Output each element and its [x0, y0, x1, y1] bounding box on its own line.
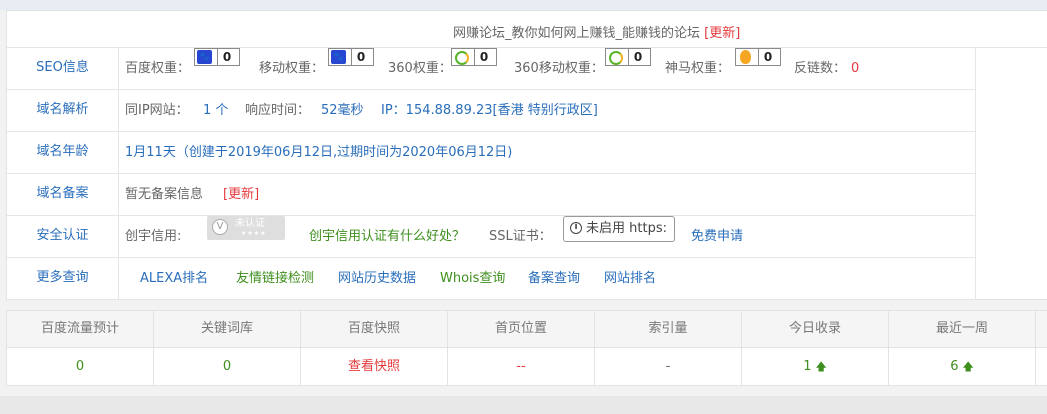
weight-360-label: 360权重：	[388, 61, 452, 76]
ssl-https-text: 未启用 https:	[586, 221, 667, 236]
stats-value-traffic: 0	[7, 348, 154, 385]
stats-header: 今日收录	[742, 311, 889, 347]
credit-benefit-link[interactable]: 创宇信用认证有什么好处？	[309, 216, 465, 258]
shenma-weight-label: 神马权重：	[665, 61, 731, 76]
row-domain-age: 域名年龄 1月11天（创建于2019年06月12日,过期时间为2020年06月1…	[7, 132, 975, 174]
row-label-age: 域名年龄	[7, 132, 119, 173]
dns-values: 同IP网站： 1 个 响应时间： 52毫秒 IP：154.88.89.23[香港…	[125, 90, 975, 131]
credit-cert-badge[interactable]: V 未认证 ★★★★	[207, 216, 285, 240]
response-time-value: 52毫秒	[321, 103, 364, 118]
stats-value-keywords[interactable]: 0	[154, 348, 301, 385]
row-label-icp: 域名备案	[7, 174, 119, 215]
backlinks-value[interactable]: 0	[851, 48, 859, 90]
stats-table: 百度流量预计 关键词库 百度快照 首页位置 索引量 今日收录 最近一周 0 0 …	[6, 310, 1047, 386]
icp-values: 暂无备案信息 [更新]	[125, 174, 975, 215]
stats-header: 索引量	[595, 311, 742, 347]
response-time-label: 响应时间：	[245, 103, 311, 118]
stats-header-row: 百度流量预计 关键词库 百度快照 首页位置 索引量 今日收录 最近一周	[7, 311, 1047, 348]
weight-360-badge[interactable]: 0	[451, 48, 497, 66]
link-icp-query[interactable]: 备案查询	[528, 258, 580, 300]
mobile-weight-label: 移动权重：	[259, 61, 325, 76]
link-history[interactable]: 网站历史数据	[338, 258, 416, 300]
icp-update-link[interactable]: [更新]	[223, 174, 259, 216]
row-seo: SEO信息 百度权重： 0 移动权重： 0 360权重： 0 360移动权重： …	[7, 48, 975, 90]
stats-value-week[interactable]: 6 🡅	[889, 348, 1036, 385]
top-strip	[0, 0, 1047, 10]
row-more: 更多查询 ALEXA排名 友情链接检测 网站历史数据 Whois查询 备案查询 …	[7, 258, 975, 300]
360-icon	[609, 51, 623, 65]
row-label-security: 安全认证	[7, 216, 119, 257]
row-label-seo: SEO信息	[7, 48, 119, 89]
site-title-bar: 网赚论坛_教你如何网上赚钱_能赚钱的论坛 [更新]	[7, 11, 1047, 48]
row-icp: 域名备案 暂无备案信息 [更新]	[7, 174, 975, 216]
stats-header: 百度快照	[301, 311, 448, 347]
stats-value-index: -	[595, 348, 742, 385]
link-whois[interactable]: Whois查询	[440, 258, 505, 300]
stats-value-today[interactable]: 1 🡅	[742, 348, 889, 385]
week-count: 6	[950, 359, 959, 374]
baidu-weight-value: 0	[217, 49, 236, 65]
bottom-bar	[0, 396, 1047, 414]
baidu-paw-icon	[331, 50, 346, 64]
site-title: 网赚论坛_教你如何网上赚钱_能赚钱的论坛 [更新]	[453, 26, 741, 41]
row-label-more: 更多查询	[7, 258, 119, 299]
stats-value-homepage: --	[448, 348, 595, 385]
baidu-weight-badge[interactable]: 0	[194, 48, 240, 66]
cert-stars: ★★★★	[241, 230, 267, 237]
baidu-paw-icon	[197, 50, 212, 64]
ssl-label: SSL证书：	[489, 229, 552, 244]
update-title-link[interactable]: [更新]	[704, 26, 740, 41]
credit-label: 创宇信用:	[125, 229, 182, 244]
360-icon	[455, 51, 469, 65]
free-apply-link[interactable]: 免费申请	[691, 216, 743, 258]
right-column	[975, 48, 1047, 300]
info-grid: SEO信息 百度权重： 0 移动权重： 0 360权重： 0 360移动权重： …	[7, 48, 975, 300]
stats-header: 百度流量预计	[7, 311, 154, 347]
same-ip-value[interactable]: 1 个	[203, 90, 228, 132]
mobile-360-weight-badge[interactable]: 0	[605, 48, 651, 66]
link-site-rank[interactable]: 网站排名	[604, 258, 656, 300]
backlinks-label: 反链数：	[794, 61, 847, 76]
mobile-360-weight-label: 360移动权重：	[514, 61, 604, 76]
row-label-dns: 域名解析	[7, 90, 119, 131]
link-alexa[interactable]: ALEXA排名	[140, 258, 208, 300]
mobile-360-weight-value: 0	[628, 49, 647, 65]
link-friend-check[interactable]: 友情链接检测	[236, 258, 314, 300]
mobile-weight-value: 0	[351, 49, 370, 65]
age-values: 1月11天（创建于2019年06月12日,过期时间为2020年06月12日)	[125, 132, 975, 173]
stats-header: 最近一周	[889, 311, 1036, 347]
stats-header: 首页位置	[448, 311, 595, 347]
mobile-weight-badge[interactable]: 0	[328, 48, 374, 66]
cert-status-text: 未认证	[235, 218, 265, 229]
ip-address[interactable]: IP：154.88.89.23[香港 特别行政区]	[381, 90, 598, 132]
stats-header: 关键词库	[154, 311, 301, 347]
up-arrow-icon: 🡅	[815, 360, 827, 373]
today-count: 1	[803, 359, 812, 374]
same-ip-label: 同IP网站：	[125, 103, 189, 118]
seo-values: 百度权重： 0 移动权重： 0 360权重： 0 360移动权重： 0 神马权重…	[125, 48, 975, 89]
verified-v-icon: V	[212, 219, 228, 235]
row-security: 安全认证 创宇信用: V 未认证 ★★★★ 创宇信用认证有什么好处？ SSL证书…	[7, 216, 975, 258]
shenma-icon	[740, 50, 751, 64]
stats-snapshot-link[interactable]: 查看快照	[301, 348, 448, 385]
more-links: ALEXA排名 友情链接检测 网站历史数据 Whois查询 备案查询 网站排名	[125, 258, 975, 299]
weight-360-value: 0	[474, 49, 493, 65]
baidu-weight-label: 百度权重：	[125, 61, 191, 76]
info-icon: i	[570, 222, 582, 234]
ssl-https-button[interactable]: i 未启用 https:	[563, 216, 675, 242]
domain-age-text: 1月11天（创建于2019年06月12日,过期时间为2020年06月12日)	[125, 145, 513, 160]
security-values: 创宇信用: V 未认证 ★★★★ 创宇信用认证有什么好处？ SSL证书： i 未…	[125, 216, 975, 257]
up-arrow-icon: 🡅	[962, 360, 974, 373]
icp-status: 暂无备案信息	[125, 187, 204, 202]
shenma-weight-badge[interactable]: 0	[735, 48, 781, 66]
site-info-card: 网赚论坛_教你如何网上赚钱_能赚钱的论坛 [更新] SEO信息 百度权重： 0 …	[6, 10, 1047, 300]
shenma-weight-value: 0	[758, 49, 777, 65]
row-dns: 域名解析 同IP网站： 1 个 响应时间： 52毫秒 IP：154.88.89.…	[7, 90, 975, 132]
